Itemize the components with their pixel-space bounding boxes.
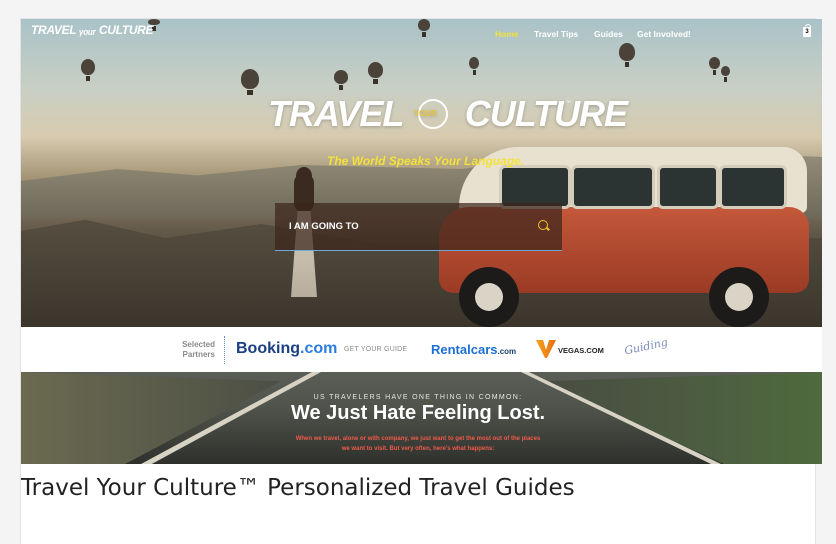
search-underline	[275, 250, 562, 251]
search-icon[interactable]	[538, 220, 548, 230]
destination-search[interactable]: I AM GOING TO	[275, 203, 562, 251]
hero-tagline: The World Speaks Your Language.	[327, 154, 525, 168]
cart-count: 3	[805, 29, 809, 35]
nav-get-involved[interactable]: Get Involved!	[637, 29, 691, 39]
hot-air-balloon	[334, 70, 348, 90]
hot-air-balloon	[469, 57, 479, 75]
hot-air-balloon	[721, 66, 730, 82]
partners-strip	[21, 327, 822, 372]
trademark: ™	[566, 100, 571, 106]
van-wheel	[709, 267, 769, 327]
cart-icon[interactable]: 3	[803, 24, 811, 37]
banner-body-line1: When we travel, alone or with company, w…	[295, 436, 541, 442]
hot-air-balloon	[619, 43, 635, 67]
partner-booking[interactable]: Booking.com	[236, 340, 337, 358]
hot-air-balloon	[709, 57, 720, 75]
partner-rentalcars[interactable]: Rentalcars.com	[431, 342, 516, 357]
banner-headline: We Just Hate Feeling Lost.	[290, 402, 546, 424]
search-input[interactable]: I AM GOING TO	[289, 221, 359, 232]
nav-guides[interactable]: Guides	[594, 29, 623, 39]
banner-eyebrow: US TRAVELERS HAVE ONE THING IN COMMON:	[313, 394, 523, 401]
nav-home[interactable]: Home	[495, 29, 519, 39]
nav-travel-tips[interactable]: Travel Tips	[534, 29, 578, 39]
hot-air-balloon	[241, 69, 259, 95]
banner-body-line2: we want to visit. But very often, here's…	[341, 446, 495, 452]
hero-logo: TRAVEL YOUR CULTURE	[268, 93, 628, 134]
van-wheel	[459, 267, 519, 327]
hot-air-balloon	[418, 19, 430, 37]
hero-section	[21, 19, 822, 327]
partners-label: Selected Partners	[182, 340, 215, 359]
hot-air-balloon	[81, 59, 95, 81]
partner-vegas[interactable]: VEGAS.COM	[558, 346, 604, 355]
partners-divider	[224, 336, 225, 364]
partner-getyourguide[interactable]: GET YOUR GUIDE	[344, 346, 407, 353]
site-logo[interactable]: TRAVEL ᵧₒᵤᵣ CULTURE	[31, 23, 154, 37]
page-caption: Travel Your Culture™ Personalized Travel…	[21, 475, 575, 501]
hot-air-balloon	[368, 62, 383, 84]
